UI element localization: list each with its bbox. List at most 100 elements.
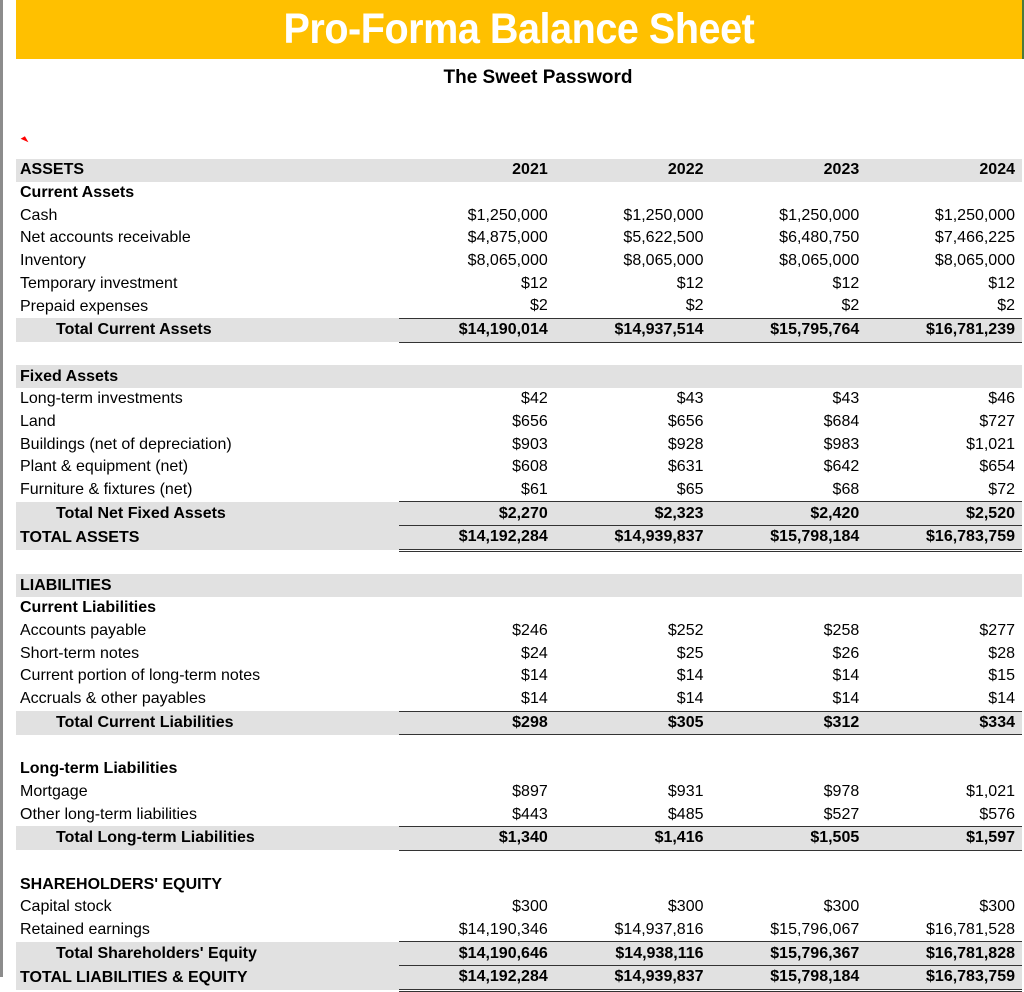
value-cell[interactable]: $1,021 [866,781,1022,804]
value-cell[interactable]: $684 [711,411,867,434]
value-cell[interactable] [555,735,711,758]
value-cell[interactable]: $15,796,367 [710,941,867,967]
value-cell[interactable]: $65 [555,479,711,502]
row-label[interactable]: Long-term Liabilities [16,758,399,781]
row-label[interactable]: Retained earnings [16,919,399,942]
value-cell[interactable] [711,850,867,873]
value-cell[interactable]: $931 [555,781,711,804]
value-cell[interactable] [399,758,555,781]
value-cell[interactable]: $16,781,239 [866,317,1022,343]
value-cell[interactable]: $12 [399,272,555,295]
value-cell[interactable] [555,597,711,620]
row-label[interactable] [16,342,399,365]
row-label[interactable] [16,550,399,574]
row-label[interactable]: Plant & equipment (net) [16,456,399,479]
value-cell[interactable]: $252 [555,620,711,643]
value-cell[interactable] [399,342,555,365]
value-cell[interactable]: $14,938,116 [554,941,711,967]
row-label[interactable]: Cash [16,204,399,227]
value-cell[interactable]: $8,065,000 [399,250,555,273]
value-cell[interactable]: 2021 [399,159,555,182]
row-label[interactable]: Long-term investments [16,388,399,411]
row-label[interactable]: Inventory [16,250,399,273]
value-cell[interactable] [555,342,711,365]
value-cell[interactable] [555,850,711,873]
value-cell[interactable] [711,758,867,781]
row-label[interactable]: Temporary investment [16,272,399,295]
value-cell[interactable]: $15,795,764 [710,317,867,343]
row-label[interactable]: TOTAL LIABILITIES & EQUITY [16,965,399,991]
value-cell[interactable]: $2,270 [399,501,555,526]
row-label[interactable]: Fixed Assets [16,365,399,388]
value-cell[interactable]: $16,781,828 [866,941,1022,967]
value-cell[interactable]: $2 [711,295,867,318]
value-cell[interactable]: $46 [866,388,1022,411]
value-cell[interactable] [555,873,711,896]
value-cell[interactable]: $25 [555,642,711,665]
value-cell[interactable]: $527 [711,803,867,826]
value-cell[interactable]: $14 [555,665,711,688]
value-cell[interactable] [711,182,867,205]
value-cell[interactable]: $1,021 [866,433,1022,456]
value-cell[interactable]: $2,420 [710,501,867,526]
value-cell[interactable]: $305 [554,710,711,736]
value-cell[interactable]: $8,065,000 [555,250,711,273]
value-cell[interactable]: $1,250,000 [555,204,711,227]
value-cell[interactable]: $6,480,750 [711,227,867,250]
row-label[interactable]: Furniture & fixtures (net) [16,479,399,502]
row-label[interactable]: Total Net Fixed Assets [16,501,399,526]
value-cell[interactable]: $68 [711,479,867,502]
value-cell[interactable]: $24 [399,642,555,665]
value-cell[interactable]: $14,190,014 [399,317,555,343]
value-cell[interactable] [399,550,555,574]
row-label[interactable]: ASSETS [16,159,399,182]
value-cell[interactable]: $1,416 [554,825,711,851]
value-cell[interactable]: $8,065,000 [866,250,1022,273]
value-cell[interactable] [399,873,555,896]
value-cell[interactable]: $2 [866,295,1022,318]
value-cell[interactable]: $300 [555,896,711,919]
value-cell[interactable]: $312 [710,710,867,736]
value-cell[interactable] [866,735,1022,758]
row-label[interactable]: Other long-term liabilities [16,803,399,826]
row-label[interactable]: Accruals & other payables [16,688,399,711]
value-cell[interactable]: $14 [711,688,867,711]
value-cell[interactable]: $16,783,759 [866,525,1022,552]
value-cell[interactable]: $656 [555,411,711,434]
value-cell[interactable]: $14 [711,665,867,688]
value-cell[interactable]: $14,190,346 [399,919,555,942]
value-cell[interactable] [399,597,555,620]
value-cell[interactable] [710,365,867,388]
value-cell[interactable]: $26 [711,642,867,665]
row-label[interactable]: Capital stock [16,896,399,919]
value-cell[interactable]: $727 [866,411,1022,434]
value-cell[interactable] [399,574,555,598]
value-cell[interactable] [555,550,711,574]
value-cell[interactable]: $5,622,500 [555,227,711,250]
row-label[interactable]: Short-term notes [16,642,399,665]
value-cell[interactable]: $277 [866,620,1022,643]
value-cell[interactable]: $14,937,514 [554,317,711,343]
value-cell[interactable]: $608 [399,456,555,479]
value-cell[interactable]: $1,250,000 [399,204,555,227]
value-cell[interactable]: $258 [711,620,867,643]
value-cell[interactable]: $14 [866,688,1022,711]
value-cell[interactable]: $43 [555,388,711,411]
value-cell[interactable]: $1,250,000 [711,204,867,227]
row-label[interactable]: Current portion of long-term notes [16,665,399,688]
value-cell[interactable]: $1,250,000 [866,204,1022,227]
value-cell[interactable]: $14,939,837 [554,525,711,552]
value-cell[interactable]: $631 [555,456,711,479]
value-cell[interactable]: $43 [711,388,867,411]
row-label[interactable]: Mortgage [16,781,399,804]
value-cell[interactable]: $300 [711,896,867,919]
value-cell[interactable]: $654 [866,456,1022,479]
value-cell[interactable]: $28 [866,642,1022,665]
row-label[interactable]: Prepaid expenses [16,295,399,318]
value-cell[interactable]: $903 [399,433,555,456]
value-cell[interactable]: $642 [711,456,867,479]
value-cell[interactable] [866,758,1022,781]
row-label[interactable]: SHAREHOLDERS' EQUITY [16,873,399,896]
value-cell[interactable] [399,850,555,873]
value-cell[interactable]: $14,190,646 [399,941,555,967]
